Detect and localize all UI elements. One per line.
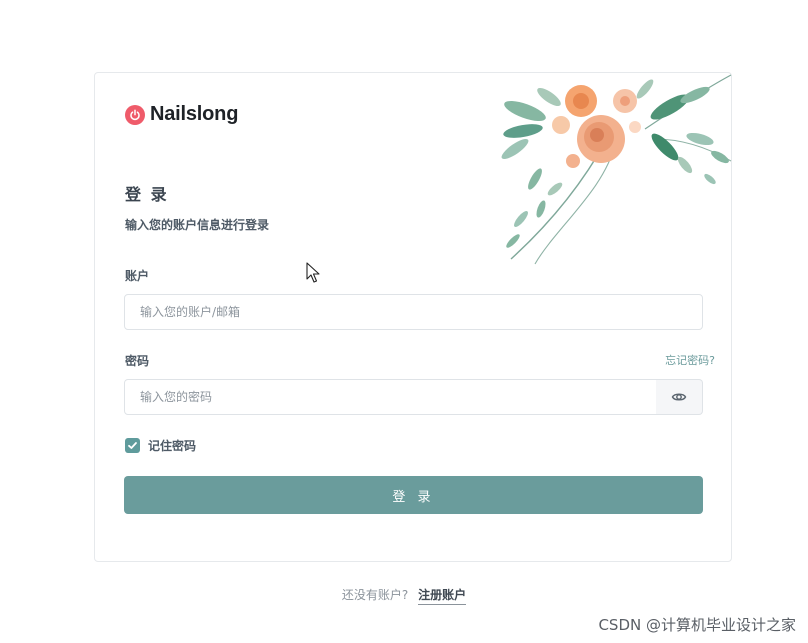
login-card: Nailslong 登 录 输入您的账户信息进行登录 账户 输入您的账户/邮箱 … bbox=[94, 72, 732, 562]
page-title: 登 录 bbox=[125, 185, 169, 204]
mouse-cursor-icon bbox=[306, 262, 320, 283]
power-icon bbox=[125, 104, 145, 125]
register-prompt: 还没有账户? 注册账户 bbox=[0, 586, 808, 605]
page-subtitle: 输入您的账户信息进行登录 bbox=[125, 218, 270, 232]
remember-me: 记住密码 bbox=[125, 437, 196, 454]
remember-label[interactable]: 记住密码 bbox=[148, 437, 196, 454]
account-label: 账户 bbox=[125, 269, 150, 283]
brand: Nailslong bbox=[125, 103, 238, 126]
brand-name: Nailslong bbox=[150, 103, 239, 125]
register-prompt-text: 还没有账户? bbox=[341, 588, 409, 602]
password-input[interactable] bbox=[124, 379, 657, 415]
register-link[interactable]: 注册账户 bbox=[418, 588, 467, 605]
watermark: CSDN @计算机毕业设计之家 bbox=[598, 616, 796, 634]
login-button[interactable]: 登 录 bbox=[124, 476, 703, 514]
show-password-button[interactable] bbox=[656, 379, 703, 415]
check-icon bbox=[128, 442, 137, 449]
password-label: 密码 bbox=[125, 354, 150, 368]
floral-illustration bbox=[501, 74, 732, 265]
remember-checkbox[interactable] bbox=[125, 438, 140, 453]
account-input[interactable] bbox=[124, 294, 703, 330]
eye-icon bbox=[671, 393, 687, 401]
forgot-password-link[interactable]: 忘记密码? bbox=[665, 352, 715, 368]
